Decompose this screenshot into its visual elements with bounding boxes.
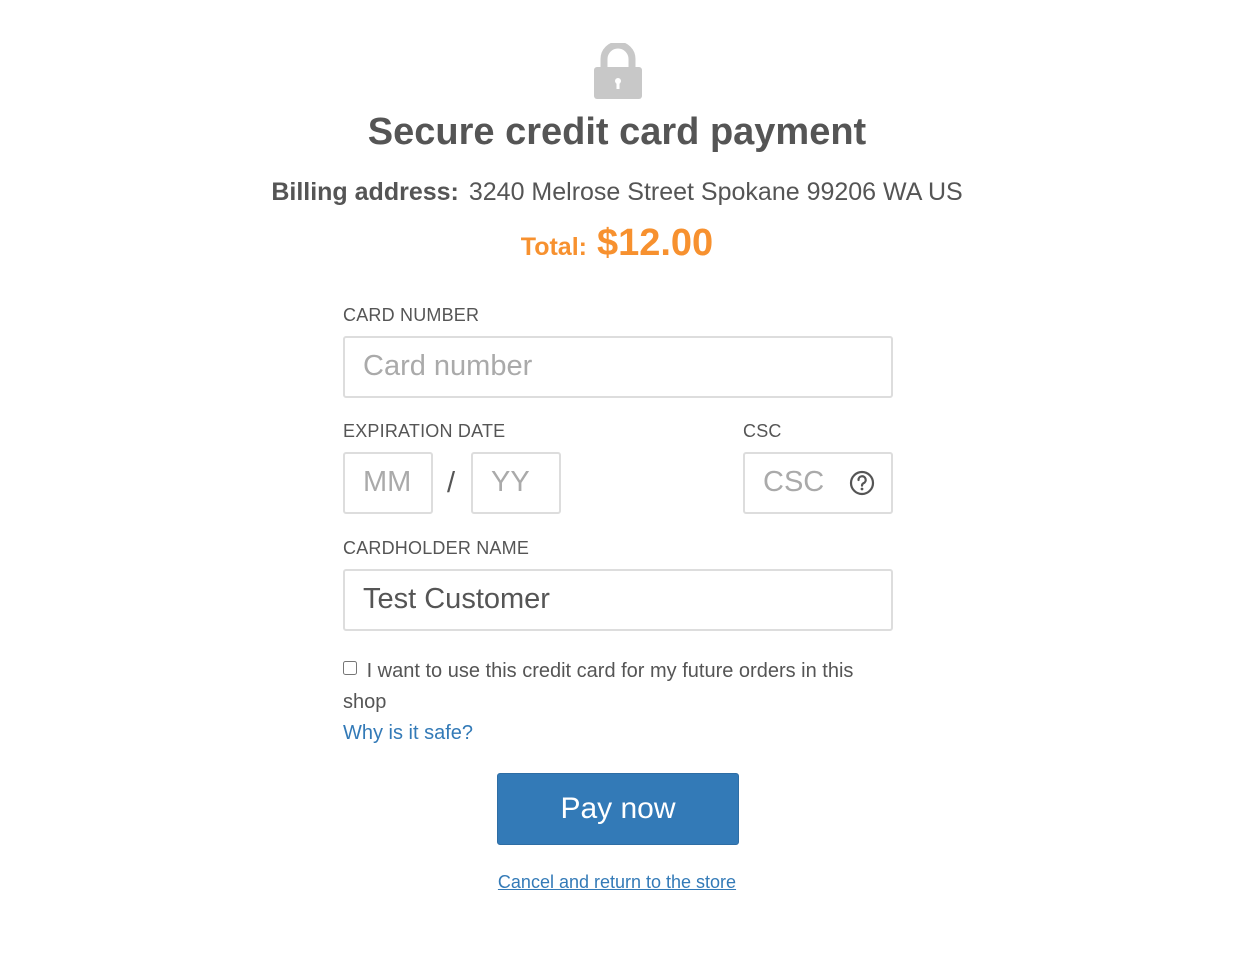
total-label: Total: [520, 233, 587, 261]
remember-card-checkbox[interactable] [343, 661, 357, 675]
payment-page: Secure credit card payment Billing addre… [0, 0, 1234, 965]
billing-address: Billing address: 3240 Melrose Street Spok… [0, 174, 1234, 210]
card-number-label: CARD NUMBER [343, 305, 480, 325]
remember-card: I want to use this credit card for my fu… [343, 656, 893, 718]
csc-placeholder: CSC [763, 466, 825, 498]
remember-card-label: I want to use this credit card for my fu… [343, 660, 854, 713]
order-total: Total: $12.00 [0, 218, 1234, 276]
cardholder-input[interactable]: Test Customer [343, 569, 893, 631]
billing-value: 3240 Melrose Street Spokane 99206 WA US [468, 178, 963, 206]
csc-label: CSC [743, 421, 782, 441]
expiration-label: EXPIRATION DATE [343, 421, 506, 441]
cancel-link[interactable]: Cancel and return to the store [498, 872, 736, 892]
billing-label: Billing address: [271, 178, 459, 206]
cancel-row: Cancel and return to the store [0, 868, 1234, 896]
page-title: Secure credit card payment [367, 111, 867, 153]
expiration-year-input[interactable]: YY [471, 452, 561, 514]
question-circle-icon[interactable] [849, 470, 875, 496]
cardholder-label: CARDHOLDER NAME [343, 538, 530, 558]
lock-icon [594, 43, 642, 99]
why-safe-link[interactable]: Why is it safe? [343, 718, 473, 749]
csc-input[interactable]: CSC [743, 452, 893, 514]
total-amount: $12.00 [596, 222, 714, 264]
expiration-separator: / [447, 467, 456, 499]
pay-now-button[interactable]: Pay now [497, 773, 739, 845]
expiration-month-input[interactable]: MM [343, 452, 433, 514]
card-number-input[interactable]: Card number [343, 336, 893, 398]
